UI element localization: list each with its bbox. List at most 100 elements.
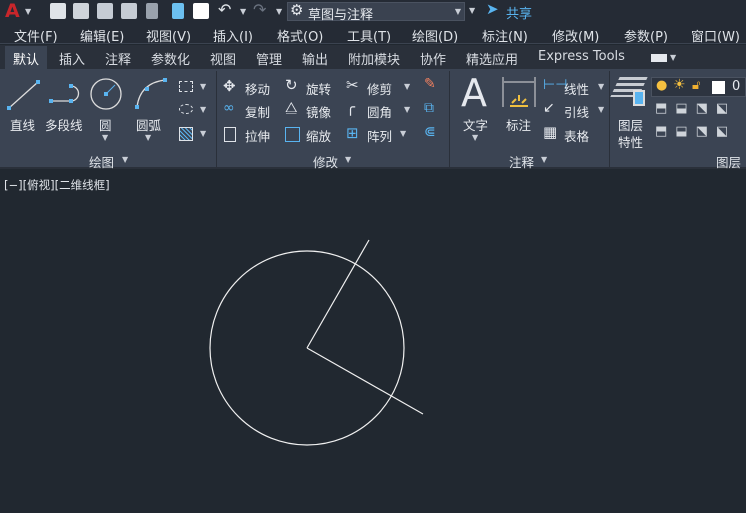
scale-button[interactable]: 缩放 [306,126,331,145]
chevron-down-icon[interactable]: ▼ [404,82,410,91]
arc-button[interactable]: 圆弧 [136,115,161,134]
customize-toolbar-icon[interactable]: ▼ [469,6,475,15]
leader-button[interactable]: 引线 [564,102,589,121]
modify-panel-title[interactable]: 修改 [313,152,338,171]
redo-icon[interactable]: ↷ [253,0,266,19]
ellipse-icon[interactable] [179,104,193,114]
line-icon [7,80,40,110]
save-icon[interactable] [97,3,113,19]
menu-window[interactable]: 窗口(W) [691,26,740,45]
chevron-down-icon[interactable]: ▼ [404,105,410,114]
line-button[interactable]: 直线 [10,115,35,134]
tab-express-tools[interactable]: Express Tools [538,49,625,64]
chevron-down-icon[interactable]: ▼ [472,133,478,142]
layers-panel-title[interactable]: 图层 [716,152,741,171]
tab-view[interactable]: 视图 [210,49,236,68]
menu-dimension[interactable]: 标注(N) [482,26,528,45]
draw-panel-title[interactable]: 绘图 [89,152,114,171]
share-icon[interactable]: ➤ [486,0,499,18]
polyline-button[interactable]: 多段线 [45,115,83,134]
divider [216,71,217,167]
menu-parametric[interactable]: 参数(P) [624,26,668,45]
layer-tools-row2-icons[interactable]: ⬒⬓⬔⬕ [655,124,736,139]
erase-icon[interactable]: ✎ [424,76,436,92]
chevron-down-icon[interactable]: ▼ [670,53,676,62]
trim-button[interactable]: 修剪 [367,79,392,98]
new-icon[interactable] [50,3,66,19]
menu-insert[interactable]: 插入(I) [213,26,253,45]
tab-manage[interactable]: 管理 [256,49,282,68]
polyline-icon [49,84,80,103]
text-button[interactable]: 文字 [463,115,488,134]
hatch-icon[interactable] [179,127,193,141]
tab-collaborate[interactable]: 协作 [420,49,446,68]
mirror-button[interactable]: 镜像 [306,102,331,121]
open-icon[interactable] [73,3,89,19]
chevron-down-icon[interactable]: ▼ [102,133,108,142]
layer-properties-button-line2[interactable]: 特性 [618,132,643,151]
rectangle-icon[interactable] [179,81,193,92]
share-button[interactable]: 共享 [506,3,532,22]
chevron-down-icon[interactable]: ▼ [400,129,406,138]
save-to-web-icon[interactable] [172,3,184,19]
chevron-down-icon[interactable]: ▼ [598,82,604,91]
chevron-down-icon[interactable]: ▼ [345,155,351,164]
leader-icon: ↙ [543,100,555,116]
annotation-panel-title[interactable]: 注释 [509,152,534,171]
array-button[interactable]: 阵列 [367,126,392,145]
divider [609,71,610,167]
fillet-button[interactable]: 圆角 [367,102,392,121]
rotate-button[interactable]: 旋转 [306,79,331,98]
tab-addins[interactable]: 附加模块 [348,49,400,68]
menu-tools[interactable]: 工具(T) [347,26,391,45]
autocad-logo-icon[interactable]: A [5,0,20,22]
layer-tools-row1-icons[interactable]: ⬒⬓⬔⬕ [655,101,736,116]
undo-icon[interactable]: ↶ [218,0,231,19]
chevron-down-icon[interactable]: ▼ [122,155,128,164]
table-button[interactable]: 表格 [564,126,589,145]
open-from-web-icon[interactable] [146,3,158,19]
plot-icon[interactable] [193,3,209,19]
text-icon: A [461,71,487,115]
move-button[interactable]: 移动 [245,79,270,98]
chevron-down-icon[interactable]: ▼ [200,129,206,138]
chevron-down-icon[interactable]: ▼ [598,105,604,114]
explode-icon[interactable]: ⧉ [424,100,434,116]
ribbon-tabs: 默认 插入 注释 参数化 视图 管理 输出 附加模块 协作 精选应用 Expre… [0,45,746,69]
chevron-down-icon[interactable]: ▼ [25,7,31,16]
menu-file[interactable]: 文件(F) [14,26,58,45]
dimension-icon [502,77,536,107]
minimize-ribbon-icon[interactable] [651,54,667,62]
tab-featured-apps[interactable]: 精选应用 [466,49,518,68]
circle-button[interactable]: 圆 [99,115,112,134]
chevron-down-icon[interactable]: ▼ [145,133,151,142]
copy-button[interactable]: 复制 [245,102,270,121]
save-as-icon[interactable] [121,3,137,19]
menu-view[interactable]: 视图(V) [146,26,191,45]
tab-annotate[interactable]: 注释 [105,49,131,68]
layer-dropdown[interactable]: ● ☀ 🔓︎ 0 [651,77,746,97]
menu-modify[interactable]: 修改(M) [552,26,599,45]
tab-parametric[interactable]: 参数化 [151,49,190,68]
stretch-button[interactable]: 拉伸 [245,126,270,145]
offset-icon[interactable]: ⋐ [424,124,436,140]
drawing-canvas[interactable] [0,170,746,513]
tab-default[interactable]: 默认 [5,46,48,69]
chevron-down-icon[interactable]: ▼ [200,82,206,91]
linear-button[interactable]: 线性 [564,79,589,98]
dimension-button[interactable]: 标注 [506,115,531,134]
menu-format[interactable]: 格式(O) [277,26,323,45]
tab-insert[interactable]: 插入 [59,49,85,68]
line-entity[interactable] [306,347,424,415]
chevron-down-icon[interactable]: ▼ [276,7,282,16]
chevron-down-icon[interactable]: ▼ [541,155,547,164]
chevron-down-icon[interactable]: ▼ [200,105,206,114]
tab-output[interactable]: 输出 [302,49,328,68]
workspace-dropdown[interactable]: ⚙ 草图与注释 ▼ [287,1,465,23]
menu-edit[interactable]: 编辑(E) [80,26,124,45]
menu-bar: 文件(F) 编辑(E) 视图(V) 插入(I) 格式(O) 工具(T) 绘图(D… [0,23,746,45]
chevron-down-icon[interactable]: ▼ [240,7,246,16]
menu-draw[interactable]: 绘图(D) [412,26,458,45]
table-icon: ▦ [543,123,558,141]
circle-icon [90,78,122,110]
